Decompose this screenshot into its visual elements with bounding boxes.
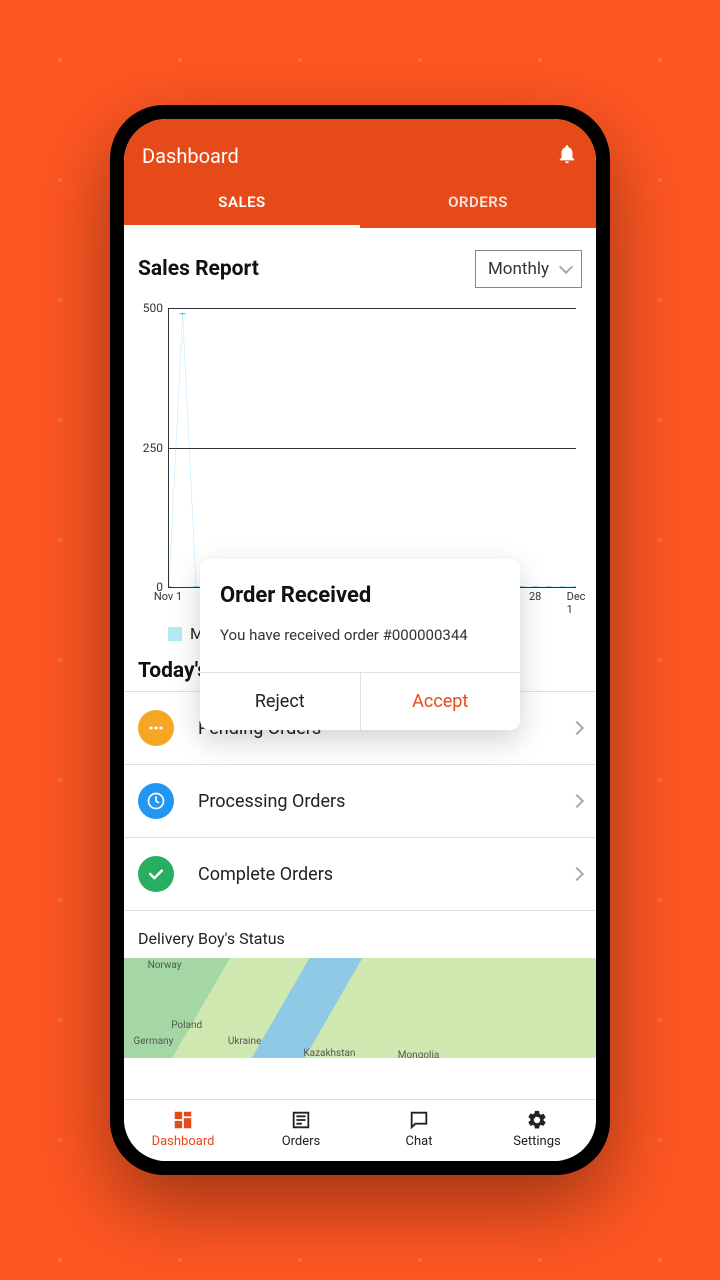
nav-orders-label: Orders: [282, 1134, 321, 1149]
period-select[interactable]: Monthly: [475, 250, 582, 288]
nav-settings[interactable]: Settings: [478, 1100, 596, 1161]
map-label: Poland: [171, 1020, 202, 1031]
order-status-label: Processing Orders: [198, 791, 548, 812]
modal-title: Order Received: [220, 583, 500, 608]
nav-settings-label: Settings: [513, 1134, 560, 1149]
delivery-status-title: Delivery Boy's Status: [124, 911, 596, 958]
app-header: Dashboard SALES ORDERS: [124, 119, 596, 228]
chevron-right-icon: [570, 721, 584, 735]
delivery-map[interactable]: Norway Poland Germany Ukraine Kazakhstan Mong…: [124, 958, 596, 1058]
y-tick-label: 500: [143, 301, 163, 315]
check-icon: [138, 856, 174, 892]
tab-orders[interactable]: ORDERS: [360, 179, 596, 228]
page-title: Dashboard: [142, 144, 239, 168]
map-label: Mongolia: [398, 1050, 440, 1058]
nav-dashboard[interactable]: Dashboard: [124, 1100, 242, 1161]
bottom-nav: Dashboard Orders Chat Settings: [124, 1099, 596, 1161]
map-label: Norway: [148, 960, 182, 971]
x-tick-label: Dec 1: [567, 590, 586, 616]
nav-dashboard-label: Dashboard: [152, 1134, 215, 1149]
y-tick-label: 250: [143, 441, 163, 455]
chevron-right-icon: [570, 867, 584, 881]
map-label: Kazakhstan: [303, 1048, 355, 1058]
legend-swatch-icon: [168, 627, 182, 641]
report-title: Sales Report: [138, 257, 259, 281]
map-label: Germany: [133, 1036, 173, 1047]
accept-button[interactable]: Accept: [360, 673, 521, 730]
map-label: Ukraine: [228, 1036, 261, 1047]
reject-button[interactable]: Reject: [200, 673, 360, 730]
notifications-icon[interactable]: [556, 143, 578, 169]
x-tick-label: Nov 1: [154, 590, 182, 603]
nav-orders[interactable]: Orders: [242, 1100, 360, 1161]
order-status-row[interactable]: Complete Orders: [124, 837, 596, 911]
x-tick-label: 28: [529, 590, 541, 603]
order-received-modal: Order Received You have received order #…: [200, 559, 520, 730]
screen: Dashboard SALES ORDERS Sales Report Mont…: [124, 119, 596, 1161]
nav-chat-label: Chat: [406, 1134, 433, 1149]
tab-sales[interactable]: SALES: [124, 179, 360, 228]
chevron-right-icon: [570, 794, 584, 808]
header-tabs: SALES ORDERS: [124, 179, 596, 228]
nav-chat[interactable]: Chat: [360, 1100, 478, 1161]
clock-icon: [138, 783, 174, 819]
phone-frame: Dashboard SALES ORDERS Sales Report Mont…: [110, 105, 610, 1175]
order-status-label: Complete Orders: [198, 864, 548, 885]
modal-message: You have received order #000000344: [220, 626, 500, 644]
dots-icon: [138, 710, 174, 746]
order-status-row[interactable]: Processing Orders: [124, 764, 596, 837]
